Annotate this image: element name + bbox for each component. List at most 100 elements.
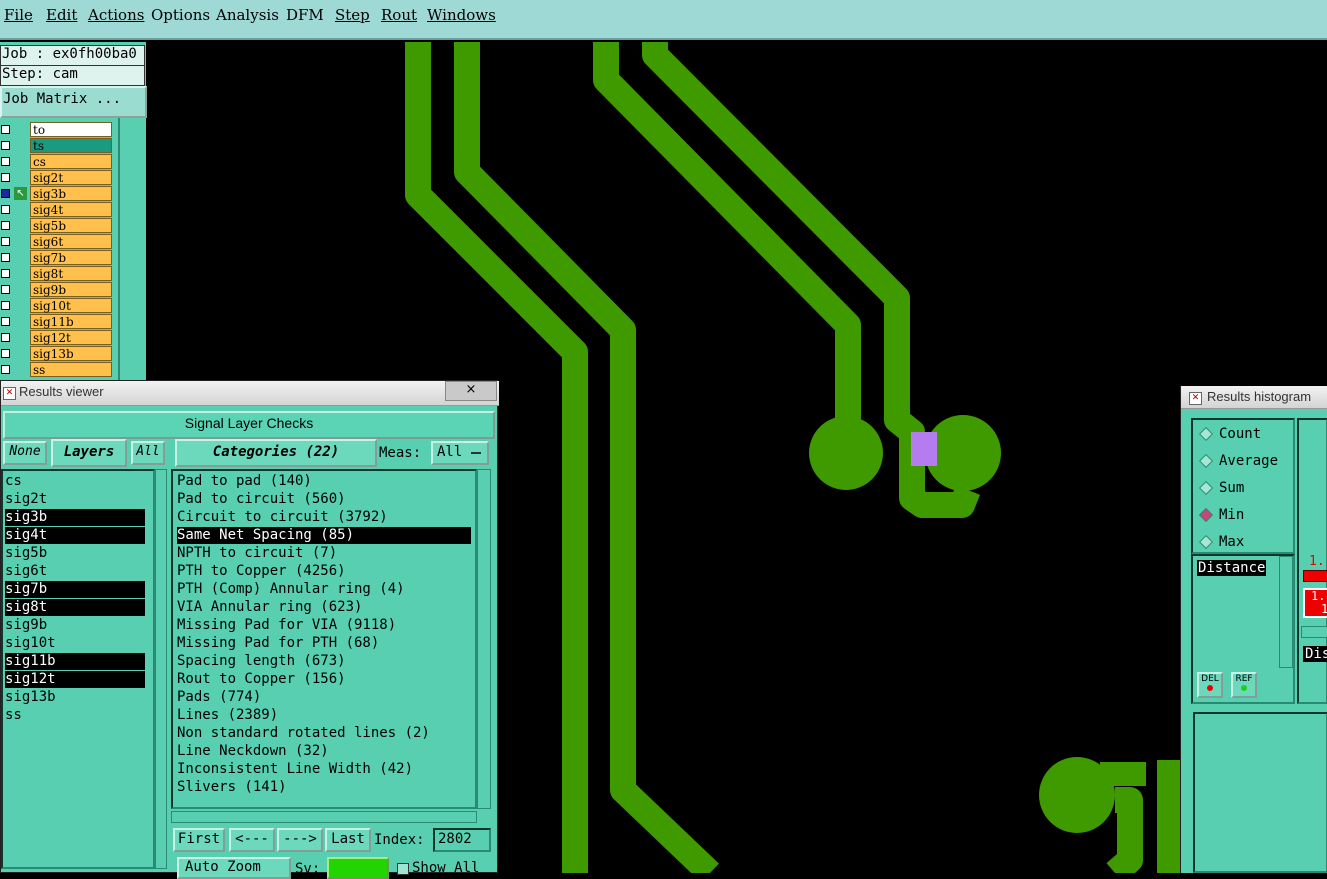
layer-checkbox[interactable] (1, 253, 10, 262)
layer-name[interactable]: sig9b (30, 282, 112, 297)
show-all-checkbox[interactable] (397, 863, 409, 875)
layer-name[interactable]: cs (30, 154, 112, 169)
layer-name[interactable]: sig5b (30, 218, 112, 233)
list-item[interactable]: Circuit to circuit (3792) (177, 509, 388, 526)
layer-name[interactable]: ts (30, 138, 112, 153)
all-button[interactable]: All (131, 441, 165, 465)
layer-checkbox[interactable] (1, 141, 10, 150)
categories-button[interactable]: Categories (22) (175, 439, 377, 467)
results-layer-list[interactable]: cs sig2t sig3b sig4t sig5b sig6t sig7b s… (1, 469, 155, 869)
job-matrix-button[interactable]: Job Matrix ... (0, 86, 147, 118)
list-item[interactable]: sig3b (5, 509, 145, 526)
layer-row[interactable]: sig9b (0, 282, 118, 298)
layer-row[interactable]: sig7b (0, 250, 118, 266)
list-item[interactable]: Rout to Copper (156) (177, 671, 346, 688)
categories-scrollbar[interactable] (477, 469, 491, 809)
list-item[interactable]: sig8t (5, 599, 145, 616)
list-item[interactable]: ss (5, 707, 22, 724)
menu-analysis[interactable]: Analysis (216, 6, 279, 24)
first-button[interactable]: First (173, 828, 225, 852)
list-item[interactable]: Slivers (141) (177, 779, 287, 796)
list-item[interactable]: PTH (Comp) Annular ring (4) (177, 581, 405, 598)
menu-actions[interactable]: Actions (88, 6, 144, 24)
histogram-selected-bar[interactable]: 1. 1 (1303, 588, 1327, 618)
layer-name[interactable]: sig11b (30, 314, 112, 329)
histogram-hscrollbar[interactable] (1301, 626, 1327, 638)
list-item[interactable]: NPTH to circuit (7) (177, 545, 337, 562)
layer-row[interactable]: cs (0, 154, 118, 170)
next-button[interactable]: ---> (277, 828, 323, 852)
list-item[interactable]: sig10t (5, 635, 56, 652)
layer-name[interactable]: sig7b (30, 250, 112, 265)
list-item[interactable]: sig6t (5, 563, 47, 580)
menu-dfm[interactable]: DFM (286, 6, 324, 24)
layer-name[interactable]: sig13b (30, 346, 112, 361)
categories-hscrollbar[interactable] (171, 811, 477, 823)
layer-row[interactable]: sig2t (0, 170, 118, 186)
list-item[interactable]: sig2t (5, 491, 47, 508)
layer-row[interactable]: sig6t (0, 234, 118, 250)
layer-checkbox[interactable] (1, 237, 10, 246)
list-item[interactable]: Lines (2389) (177, 707, 278, 724)
layer-row[interactable]: ss (0, 362, 118, 378)
results-histogram-titlebar[interactable]: ✕ Results histogram (1181, 386, 1327, 409)
list-item[interactable]: Missing Pad for VIA (9118) (177, 617, 396, 634)
list-item[interactable]: Missing Pad for PTH (68) (177, 635, 379, 652)
list-item[interactable]: sig5b (5, 545, 47, 562)
layer-name[interactable]: sig2t (30, 170, 112, 185)
layer-name[interactable]: sig8t (30, 266, 112, 281)
layer-row[interactable]: sig4t (0, 202, 118, 218)
layer-row[interactable]: sig8t (0, 266, 118, 282)
list-item[interactable]: Pads (774) (177, 689, 261, 706)
radio-sum[interactable]: Sum (1198, 480, 1244, 496)
layers-button[interactable]: Layers (51, 439, 127, 467)
menu-step[interactable]: Step (335, 6, 370, 24)
layer-checkbox[interactable] (1, 349, 10, 358)
radio-min[interactable]: Min (1198, 507, 1244, 523)
layer-name[interactable]: sig6t (30, 234, 112, 249)
list-item[interactable]: sig11b (5, 653, 145, 670)
list-item[interactable]: Pad to circuit (560) (177, 491, 346, 508)
layer-checkbox[interactable] (1, 317, 10, 326)
none-button[interactable]: None (3, 441, 47, 465)
categories-list[interactable]: Pad to pad (140) Pad to circuit (560) Ci… (171, 469, 477, 809)
radio-average[interactable]: Average (1198, 453, 1278, 469)
layer-list-scrollbar[interactable] (118, 118, 146, 382)
layer-checkbox[interactable] (1, 365, 10, 374)
layer-name[interactable]: ss (30, 362, 112, 377)
layer-row[interactable]: ↖ sig3b (0, 186, 118, 202)
layer-row[interactable]: sig11b (0, 314, 118, 330)
layer-checkbox[interactable] (1, 301, 10, 310)
layer-checkbox[interactable] (1, 125, 10, 134)
results-viewer-titlebar[interactable]: ✕ Results viewer × (1, 381, 499, 406)
layer-checkbox[interactable] (1, 333, 10, 342)
menu-options[interactable]: Options (151, 6, 210, 24)
auto-zoom-dropdown[interactable]: Auto Zoom (177, 857, 291, 879)
list-item[interactable]: Line Neckdown (32) (177, 743, 329, 760)
meas-dropdown[interactable]: All (431, 441, 489, 465)
checks-header[interactable]: Signal Layer Checks (3, 411, 495, 439)
measure-list-scrollbar[interactable] (1279, 556, 1293, 668)
layer-checkbox[interactable] (1, 269, 10, 278)
layer-name[interactable]: sig4t (30, 202, 112, 217)
list-item[interactable]: sig13b (5, 689, 56, 706)
list-item[interactable]: sig7b (5, 581, 145, 598)
list-item[interactable]: Inconsistent Line Width (42) (177, 761, 413, 778)
layer-checkbox[interactable] (1, 189, 10, 198)
layer-list-scrollbar[interactable] (155, 469, 167, 869)
histogram-list-item[interactable]: Dis (1303, 646, 1327, 662)
layer-name[interactable]: sig12t (30, 330, 112, 345)
list-item[interactable]: Non standard rotated lines (2) (177, 725, 430, 742)
list-item[interactable]: Same Net Spacing (85) (177, 527, 471, 544)
layer-row[interactable]: to (0, 122, 118, 138)
list-item[interactable]: Distance (1197, 560, 1267, 576)
close-button[interactable]: × (445, 381, 497, 401)
list-item[interactable]: Pad to pad (140) (177, 473, 312, 490)
severity-color-dropdown[interactable] (327, 857, 389, 879)
prev-button[interactable]: <--- (229, 828, 275, 852)
menu-edit[interactable]: Edit (46, 6, 77, 24)
menu-rout[interactable]: Rout (381, 6, 417, 24)
layer-row[interactable]: sig5b (0, 218, 118, 234)
list-item[interactable]: cs (5, 473, 22, 490)
layer-name[interactable]: sig3b (30, 186, 112, 201)
